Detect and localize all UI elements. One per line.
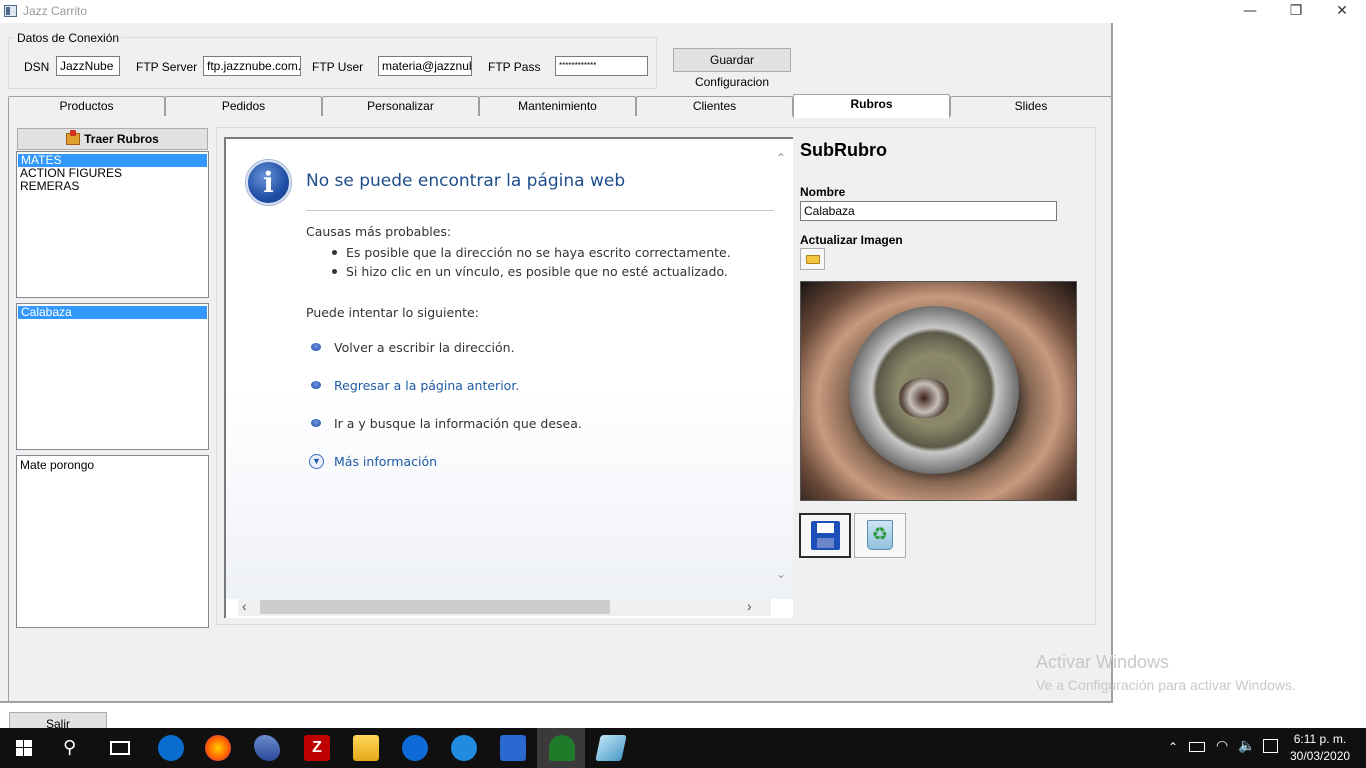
back-link[interactable]: Regresar a la página anterior. [334, 378, 519, 393]
app-icon [4, 5, 17, 17]
fetch-rubros-label: Traer Rubros [84, 132, 159, 146]
ftp-pass-label: FTP Pass [488, 60, 541, 74]
action-item: Volver a escribir la dirección. [334, 340, 515, 355]
more-info-link[interactable]: Más información [334, 454, 437, 469]
tab-rubros[interactable]: Rubros [793, 94, 950, 118]
bullet-icon [311, 343, 321, 351]
dsn-label: DSN [24, 60, 50, 74]
open-folder-button[interactable] [800, 248, 825, 270]
subrubro-title: SubRubro [800, 140, 887, 160]
subrubro-image [800, 281, 1077, 501]
chevron-up-icon[interactable]: ⌃ [1168, 740, 1178, 754]
ftp-server-input[interactable]: ftp.jazznube.com.ar [203, 56, 301, 76]
bullet-icon [311, 381, 321, 389]
activation-watermark-title: Activar Windows [1036, 652, 1170, 672]
action-item: Ir a y busque la información que desea. [334, 416, 582, 431]
window-title: Jazz Carrito [23, 4, 88, 18]
browser-page [226, 139, 793, 599]
ftp-pass-input[interactable]: ************ [555, 56, 648, 76]
tab-productos[interactable]: Productos [8, 96, 165, 116]
tab-personalizar[interactable]: Personalizar [322, 96, 479, 116]
notification-icon[interactable] [1263, 739, 1278, 753]
tab-slides[interactable]: Slides [950, 96, 1112, 116]
cause-item: Es posible que la dirección no se haya e… [346, 245, 731, 260]
cause-item: Si hizo clic en un vínculo, es posible q… [346, 264, 728, 279]
info-icon: i [246, 160, 291, 205]
scrollbar-thumb[interactable] [260, 600, 610, 614]
ftp-server-label: FTP Server [136, 60, 198, 74]
close-button[interactable]: ✕ [1319, 0, 1365, 23]
task-view-icon[interactable] [110, 741, 130, 755]
causes-heading: Causas más probables: [306, 224, 452, 239]
tree-icon[interactable] [549, 735, 575, 761]
chevron-down-icon[interactable]: ▼ [309, 454, 324, 469]
scroll-right-icon[interactable]: › [747, 598, 752, 614]
volume-icon[interactable]: 🔈 [1238, 738, 1255, 754]
recycle-bin-icon: ♻ [867, 520, 893, 550]
tab-clientes[interactable]: Clientes [636, 96, 793, 116]
scroll-up-icon[interactable]: ⌃ [776, 151, 786, 165]
bullet-icon [311, 419, 321, 427]
products-list[interactable]: Mate porongo [16, 455, 209, 628]
document-icon[interactable] [500, 735, 526, 761]
ftp-user-label: FTP User [312, 60, 364, 74]
folder-icon [806, 255, 820, 264]
notes-icon[interactable] [595, 735, 627, 761]
title-bar [0, 0, 1366, 23]
edge-icon[interactable] [158, 735, 184, 761]
refresh-button[interactable]: ♻ [854, 513, 906, 558]
try-heading: Puede intentar lo siguiente: [306, 305, 479, 320]
tab-pedidos[interactable]: Pedidos [165, 96, 322, 116]
fetch-rubros-button[interactable]: Traer Rubros [17, 128, 208, 150]
name-label: Nombre [800, 185, 846, 199]
minimize-button[interactable]: — [1227, 0, 1273, 23]
tab-mantenimiento[interactable]: Mantenimiento [479, 96, 636, 116]
dsn-input[interactable]: JazzNube [56, 56, 120, 76]
list-item[interactable]: Calabaza [18, 306, 207, 319]
clock-time: 6:11 p. m. [1293, 732, 1347, 746]
filezilla-icon[interactable]: Z [304, 735, 330, 761]
rubros-list[interactable]: MATES ACTION FIGURES REMERAS [16, 151, 209, 298]
save-button[interactable] [799, 513, 851, 558]
scroll-left-icon[interactable]: ‹ [242, 598, 247, 614]
name-input[interactable]: Calabaza [800, 201, 1057, 221]
internet-explorer-icon[interactable] [451, 735, 477, 761]
list-item[interactable]: REMERAS [17, 180, 208, 193]
floppy-icon [811, 521, 840, 550]
error-title: No se puede encontrar la página web [306, 171, 626, 191]
bullet-icon [332, 250, 337, 255]
search-icon[interactable]: ⚲ [63, 737, 76, 758]
maximize-button[interactable]: ❐ [1273, 0, 1319, 23]
activation-watermark-text: Ve a Configuración para activar Windows. [1036, 677, 1296, 693]
wifi-icon[interactable]: ◠ [1216, 738, 1228, 754]
save-config-button[interactable]: Guardar Configuracion [673, 48, 791, 89]
firefox-icon[interactable] [205, 735, 231, 761]
update-image-label: Actualizar Imagen [800, 233, 903, 247]
file-explorer-icon[interactable] [353, 735, 379, 761]
battery-icon[interactable] [1189, 742, 1205, 752]
clock-date: 30/03/2020 [1290, 749, 1351, 763]
scroll-down-icon[interactable]: ⌄ [776, 567, 786, 581]
fetch-icon [66, 130, 81, 145]
list-item[interactable]: Mate porongo [17, 459, 208, 472]
bombilla-image [899, 378, 949, 418]
teamviewer-icon[interactable] [402, 735, 428, 761]
divider [306, 210, 774, 211]
bullet-icon [332, 269, 337, 274]
start-icon[interactable] [16, 740, 32, 756]
subrubros-list[interactable]: Calabaza [16, 303, 209, 450]
ftp-user-input[interactable]: materia@jazznube [378, 56, 472, 76]
clock[interactable]: 6:11 p. m. 30/03/2020 [1290, 731, 1350, 765]
connection-group-title: Datos de Conexión [15, 31, 122, 45]
